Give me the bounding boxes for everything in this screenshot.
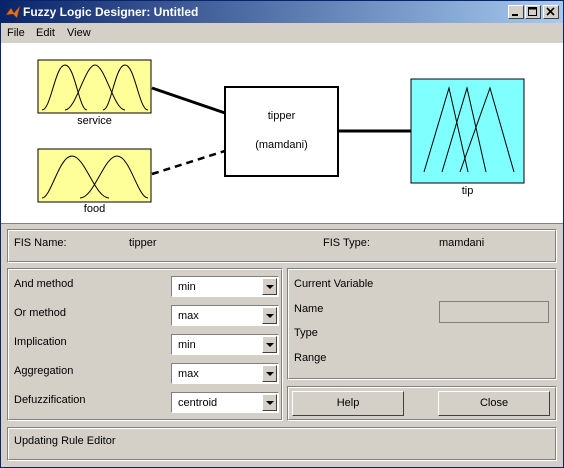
current-variable-title: Current Variable	[294, 278, 374, 290]
variable-type-label: Type	[294, 327, 318, 339]
variable-name-field[interactable]	[439, 301, 549, 323]
implication-label: Implication	[14, 336, 67, 348]
minimize-icon	[512, 14, 518, 16]
implication-value: min	[178, 339, 196, 351]
maximize-icon	[528, 7, 537, 16]
title-bar[interactable]: Fuzzy Logic Designer: Untitled	[1, 1, 563, 23]
input-service-label: service	[77, 115, 112, 127]
input-service-block[interactable]	[37, 59, 152, 114]
or-method-value: max	[178, 310, 199, 322]
output-tip-block[interactable]	[410, 78, 525, 184]
chevron-down-icon[interactable]	[262, 278, 277, 295]
and-method-label: And method	[14, 278, 74, 290]
fis-name-label: FIS Name:	[14, 237, 67, 249]
tip-box[interactable]	[410, 78, 525, 184]
matlab-logo-icon	[5, 5, 21, 19]
defuzzification-select[interactable]: centroid	[171, 392, 279, 413]
food-connector	[151, 149, 226, 176]
variable-range-label: Range	[294, 352, 327, 364]
input-food-label: food	[83, 203, 106, 215]
status-panel: Updating Rule Editor	[7, 427, 557, 461]
input-food-block[interactable]	[37, 148, 152, 203]
chevron-down-icon[interactable]	[262, 307, 277, 324]
menu-view[interactable]: View	[67, 27, 91, 39]
minimize-button[interactable]	[508, 5, 524, 19]
menu-edit[interactable]: Edit	[36, 27, 55, 39]
control-area: FIS Name: tipper FIS Type: mamdani And m…	[1, 223, 563, 467]
output-tip-label: tip	[461, 185, 474, 197]
fis-type-label: FIS Type:	[323, 237, 370, 249]
window-title: Fuzzy Logic Designer: Untitled	[23, 5, 199, 19]
food-box[interactable]	[37, 148, 152, 203]
fis-type-value: mamdani	[439, 237, 485, 249]
and-method-select[interactable]: min	[171, 276, 279, 297]
chevron-down-icon[interactable]	[262, 394, 277, 411]
system-type: (mamdani)	[255, 139, 308, 151]
aggregation-value: max	[178, 368, 199, 380]
methods-panel: And method min Or method max Implication…	[7, 268, 283, 421]
close-icon	[546, 7, 555, 16]
service-connector	[151, 86, 226, 115]
fuzzy-logic-designer-window: Fuzzy Logic Designer: Untitled File Edit…	[0, 0, 564, 468]
fis-info-panel: FIS Name: tipper FIS Type: mamdani	[7, 229, 557, 263]
aggregation-label: Aggregation	[14, 365, 74, 377]
or-method-select[interactable]: max	[171, 305, 279, 326]
menu-bar: File Edit View	[1, 23, 563, 43]
chevron-down-icon[interactable]	[262, 336, 277, 353]
fis-name-value: tipper	[129, 237, 157, 249]
fis-diagram: service food tipper (mamdani) tip	[1, 43, 563, 223]
current-variable-panel: Current Variable Name Type Range	[287, 268, 557, 380]
service-box[interactable]	[37, 59, 152, 114]
variable-name-label: Name	[294, 303, 324, 315]
close-window-button[interactable]	[543, 5, 559, 19]
or-method-label: Or method	[14, 307, 66, 319]
menu-file[interactable]: File	[7, 27, 25, 39]
close-button[interactable]: Close	[438, 391, 550, 416]
maximize-button[interactable]	[525, 5, 541, 19]
implication-select[interactable]: min	[171, 334, 279, 355]
system-box[interactable]	[224, 86, 339, 177]
system-name: tipper	[267, 110, 296, 122]
defuzzification-value: centroid	[178, 397, 218, 409]
chevron-down-icon[interactable]	[262, 365, 277, 382]
defuzzification-label: Defuzzification	[14, 394, 86, 406]
help-button[interactable]: Help	[292, 391, 404, 416]
and-method-value: min	[178, 281, 196, 293]
status-text: Updating Rule Editor	[14, 435, 116, 447]
aggregation-select[interactable]: max	[171, 363, 279, 384]
